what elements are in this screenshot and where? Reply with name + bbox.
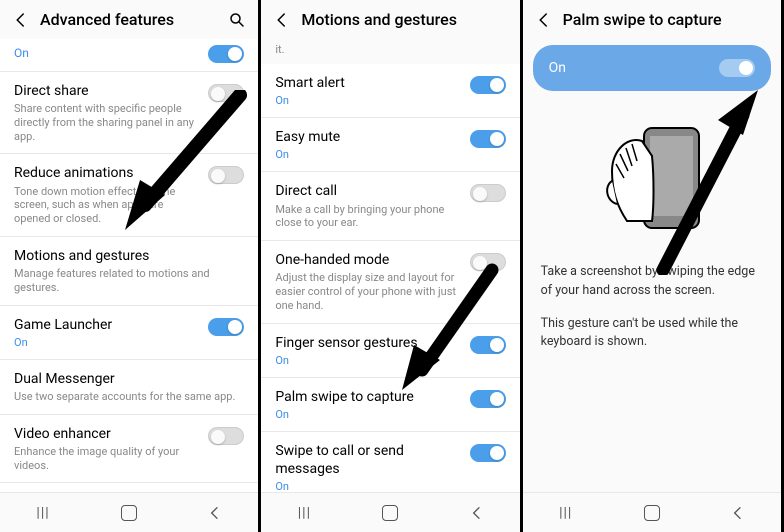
row-title: Dual Messenger xyxy=(14,370,236,388)
toggle-switch[interactable] xyxy=(470,253,506,271)
description: Take a screenshot by swiping the edge of… xyxy=(523,251,781,378)
settings-list: it. Smart alert On Easy mute On Direct call M… xyxy=(261,39,519,492)
back-icon[interactable] xyxy=(273,11,291,29)
row-sub: Enhance the image quality of your videos… xyxy=(14,445,200,473)
back-icon[interactable] xyxy=(12,11,30,29)
content: On Take a screenshot by swiping the edge… xyxy=(523,39,781,492)
header: Motions and gestures xyxy=(261,0,519,39)
header-title: Motions and gestures xyxy=(301,10,507,29)
row-sub: Adjust the display size and layout for e… xyxy=(275,271,461,312)
truncated-text: it. xyxy=(261,39,519,64)
row-title: Motions and gestures xyxy=(14,247,236,265)
row-sub: Use two separate accounts for the same a… xyxy=(14,390,236,404)
setting-row[interactable]: Game Launcher On xyxy=(0,306,258,360)
row-title: Direct call xyxy=(275,182,461,200)
row-sub: Make a call by bringing your phone close… xyxy=(275,203,461,231)
setting-row[interactable]: Swipe to call or send messages On xyxy=(261,432,519,492)
nav-recent-icon[interactable]: ||| xyxy=(556,503,576,523)
toggle-switch[interactable] xyxy=(208,166,244,184)
row-title: Easy mute xyxy=(275,128,461,146)
header-title: Advanced features xyxy=(40,10,228,29)
row-title: Palm swipe to capture xyxy=(275,388,461,406)
desc-line-2: This gesture can't be used while the key… xyxy=(541,315,763,353)
setting-row[interactable]: One-handed mode Adjust the display size a… xyxy=(261,241,519,323)
row-state: On xyxy=(14,336,200,349)
toggle-switch[interactable] xyxy=(719,59,755,77)
nav-bar: ||| xyxy=(261,492,519,532)
setting-row[interactable]: Direct call Make a call by bringing your … xyxy=(261,172,519,241)
panel-advanced-features: Advanced features On Direct share Share c… xyxy=(0,0,261,532)
row-state: On xyxy=(275,94,461,107)
setting-row[interactable]: Video enhancer Enhance the image quality … xyxy=(0,415,258,484)
nav-home-icon[interactable] xyxy=(642,503,662,523)
nav-back-icon[interactable] xyxy=(728,503,748,523)
panel-motions-gestures: Motions and gestures it. Smart alertOnEa… xyxy=(261,0,522,532)
row-sub: Manage features related to motions and g… xyxy=(14,267,236,295)
nav-back-icon[interactable] xyxy=(205,503,225,523)
toggle-switch[interactable] xyxy=(470,184,506,202)
panel-palm-swipe: Palm swipe to capture On Take a screensh… xyxy=(523,0,784,532)
header: Advanced features xyxy=(0,0,258,39)
row-title: Smart alert xyxy=(275,74,461,92)
top-toggle-row[interactable]: On xyxy=(0,39,258,72)
row-title: Video enhancer xyxy=(14,425,200,443)
row-state: On xyxy=(275,480,461,492)
setting-row[interactable]: Finger sensor gestures On xyxy=(261,324,519,378)
row-sub: Tone down motion effects on the screen, … xyxy=(14,185,200,226)
back-icon[interactable] xyxy=(535,11,553,29)
setting-row[interactable]: Smart alert On xyxy=(261,64,519,118)
setting-row[interactable]: Reduce animations Tone down motion effect… xyxy=(0,154,258,236)
toggle-switch[interactable] xyxy=(470,390,506,408)
setting-row[interactable]: Easy mute On xyxy=(261,118,519,172)
row-state: On xyxy=(275,148,461,161)
row-title: Direct share xyxy=(14,82,200,100)
nav-back-icon[interactable] xyxy=(467,503,487,523)
desc-line-1: Take a screenshot by swiping the edge of… xyxy=(541,263,763,301)
toggle-switch[interactable] xyxy=(208,427,244,445)
header-title: Palm swipe to capture xyxy=(563,10,769,29)
master-toggle-banner[interactable]: On xyxy=(533,45,771,91)
nav-recent-icon[interactable]: ||| xyxy=(33,503,53,523)
settings-list: On Direct share Share content with specif… xyxy=(0,39,258,492)
setting-row[interactable]: Dual Messenger Use two separate accounts … xyxy=(0,360,258,415)
nav-home-icon[interactable] xyxy=(380,503,400,523)
row-title: One-handed mode xyxy=(275,251,461,269)
toggle-switch[interactable] xyxy=(208,45,244,63)
row-title: Game Launcher xyxy=(14,316,200,334)
setting-row[interactable]: Motions and gestures Manage features rela… xyxy=(0,237,258,306)
toggle-switch[interactable] xyxy=(208,84,244,102)
state-label: On xyxy=(14,46,29,60)
toggle-switch[interactable] xyxy=(470,444,506,462)
nav-bar: ||| xyxy=(0,492,258,532)
gesture-illustration xyxy=(523,101,781,251)
row-sub: Share content with specific people direc… xyxy=(14,102,200,143)
toggle-switch[interactable] xyxy=(470,76,506,94)
toggle-switch[interactable] xyxy=(470,130,506,148)
toggle-switch[interactable] xyxy=(470,336,506,354)
nav-bar: ||| xyxy=(523,492,781,532)
setting-row[interactable]: Direct share Share content with specific … xyxy=(0,72,258,154)
header: Palm swipe to capture xyxy=(523,0,781,39)
row-title: Finger sensor gestures xyxy=(275,334,461,352)
nav-home-icon[interactable] xyxy=(119,503,139,523)
banner-label: On xyxy=(549,60,566,76)
setting-row[interactable]: Palm swipe to capture On xyxy=(261,378,519,432)
setting-row[interactable]: Send SOS messagesOff xyxy=(0,483,258,492)
toggle-switch[interactable] xyxy=(208,318,244,336)
row-title: Swipe to call or send messages xyxy=(275,442,461,478)
row-title: Reduce animations xyxy=(14,164,200,182)
row-state: On xyxy=(275,354,461,367)
search-icon[interactable] xyxy=(228,11,246,29)
row-state: On xyxy=(275,408,461,421)
nav-recent-icon[interactable]: ||| xyxy=(294,503,314,523)
